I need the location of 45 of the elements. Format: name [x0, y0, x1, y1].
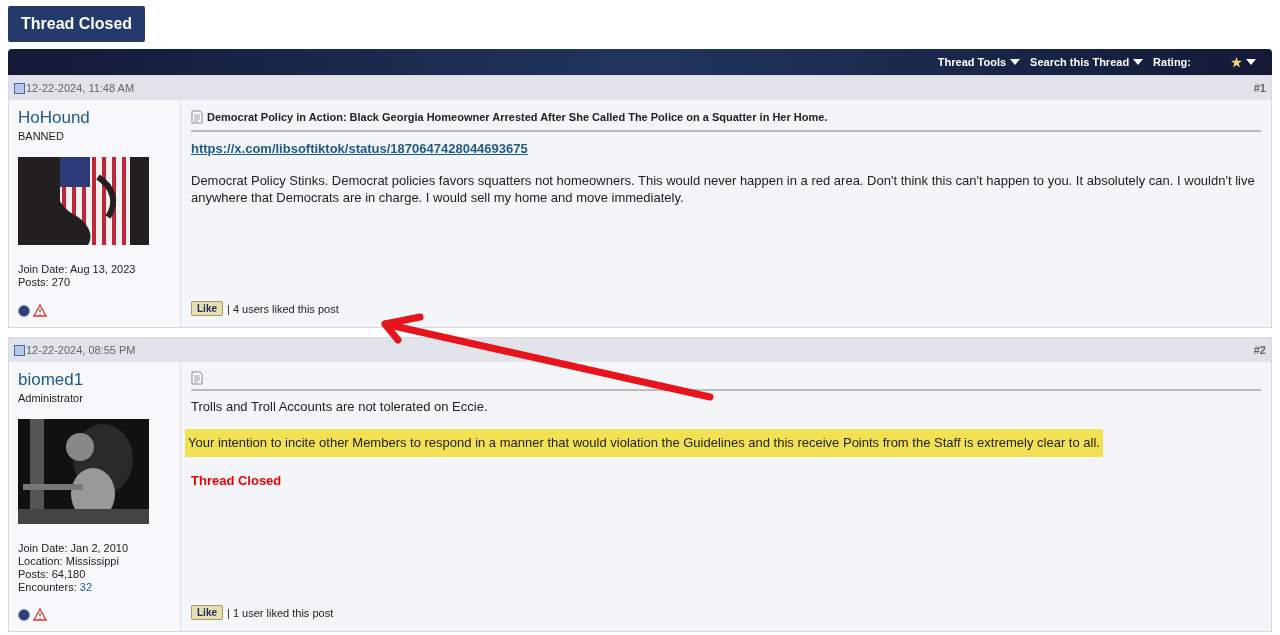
likes-count: | 1 user liked this post	[227, 605, 334, 621]
warning-icon[interactable]	[33, 304, 47, 317]
toolbar-menu[interactable]: Thread Tools	[937, 53, 1021, 71]
star-icon	[1231, 56, 1242, 68]
post-number[interactable]: #1	[1253, 79, 1266, 97]
document-icon	[191, 110, 203, 125]
info-value: Mississippi	[65, 554, 119, 567]
warning-icon[interactable]	[33, 608, 47, 621]
user-info: Join Date: Jan 2, 2010	[18, 541, 130, 555]
user-role: BANNED	[18, 129, 65, 144]
highlighted-text: Your intention to incite other Members to respond in a manner that would violation the Guidelines and this receive Points from the Staff is extremely clear to all.	[185, 429, 1103, 457]
thread-closed-text: Thread Closed	[191, 471, 283, 490]
like-button[interactable]: Like	[191, 301, 223, 317]
user-info: Encounters: 32	[18, 580, 93, 594]
user-info: Location: Mississippi	[18, 554, 120, 568]
user-info: Posts: 270	[18, 275, 71, 289]
thread-closed-button[interactable]: Thread Closed	[8, 6, 146, 42]
caret-icon	[1133, 59, 1144, 65]
user-info: Join Date: Aug 13, 2023	[18, 262, 137, 276]
post-link[interactable]: https://x.com/libsoftiktok/status/1870647428044693675	[191, 138, 1261, 158]
rating-menu[interactable]	[1231, 56, 1256, 68]
likes-count: | 4 users liked this post	[227, 301, 339, 317]
post-text: Democrat Policy Stinks. Democrat policies favors squatters not homeowners. This would never happen in a red area. Don't think this can't happen to you. It absolutely can. I wouldn't live anywhere that Democrats are in charge. I would sell my home and move immediately.	[191, 172, 1256, 206]
post-date: 12-22-2024, 08:55 PM	[26, 342, 136, 358]
info-value: Jan 2, 2010	[70, 541, 129, 554]
post-title: Democrat Policy in Action: Black Georgia Homeowner Arrested After She Called The Police on a Squatter in Her Home.	[207, 110, 828, 125]
document-icon	[191, 371, 203, 385]
user-info: Posts: 64,180	[18, 567, 87, 581]
rating-label: Rating:	[1153, 54, 1191, 70]
caret-icon	[1010, 59, 1021, 65]
info-value: 270	[51, 275, 70, 288]
post-number[interactable]: #2	[1253, 341, 1266, 359]
info-value: Aug 13, 2023	[70, 262, 136, 275]
username-link[interactable]: HoHound	[18, 108, 171, 128]
info-value: 64,180	[51, 567, 86, 580]
toolbar-menu[interactable]: Search this Thread	[1030, 53, 1144, 71]
caret-icon	[1246, 59, 1256, 65]
user-role: Administrator	[18, 391, 84, 406]
post-icon	[14, 82, 25, 94]
username-link[interactable]: biomed1	[18, 370, 171, 390]
like-button[interactable]: Like	[191, 605, 223, 621]
post-icon	[14, 344, 25, 356]
info-link[interactable]: 32	[79, 580, 92, 593]
post-text: Trolls and Troll Accounts are not tolerated on Eccie.	[191, 398, 489, 415]
post-date: 12-22-2024, 11:48 AM	[26, 80, 135, 96]
